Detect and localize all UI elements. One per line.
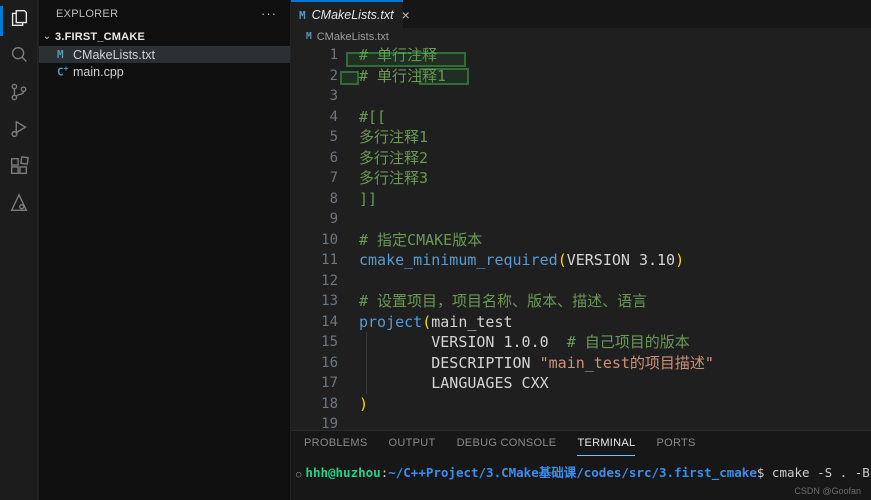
line-number: 12 [291, 271, 338, 292]
line-number: 18 [291, 394, 338, 415]
line-number: 2 [291, 66, 338, 87]
line-number: 8 [291, 189, 338, 210]
terminal-command: cmake -S . -B build [764, 465, 871, 480]
line-number: 7 [291, 168, 338, 189]
tab-label: CMakeLists.txt [312, 8, 394, 22]
line-number: 16 [291, 353, 338, 374]
line-number: 10 [291, 230, 338, 251]
vscode-window: EXPLORER ··· ⌄ 3.FIRST_CMAKE M CMakeList… [0, 0, 871, 500]
line-number: 15 [291, 332, 338, 353]
csdn-watermark: CSDN @Goofan [794, 486, 861, 496]
activity-explorer[interactable] [0, 2, 38, 39]
folder-name: 3.FIRST_CMAKE [55, 31, 145, 43]
panel-tab-bar: PROBLEMS OUTPUT DEBUG CONSOLE TERMINAL P… [291, 431, 871, 456]
line-number: 14 [291, 312, 338, 333]
line-number: 17 [291, 373, 338, 394]
watermark-overlay [346, 52, 466, 67]
editor-group: M CMakeLists.txt × M CMakeLists.txt 1# 单… [290, 0, 871, 500]
tab-problems[interactable]: PROBLEMS [304, 431, 368, 456]
code-line[interactable]: 8]] [291, 189, 871, 210]
tab-output[interactable]: OUTPUT [389, 431, 436, 456]
activity-run-debug[interactable] [0, 113, 38, 150]
line-number: 3 [291, 86, 338, 107]
explorer-title: EXPLORER [56, 8, 118, 20]
cmake-icon [8, 192, 30, 219]
code-line[interactable]: 7多行注释3 [291, 168, 871, 189]
explorer-sidebar: EXPLORER ··· ⌄ 3.FIRST_CMAKE M CMakeList… [39, 0, 290, 500]
code-line[interactable]: 19 [291, 414, 871, 430]
source-control-icon [8, 81, 30, 108]
code-line[interactable]: 12 [291, 271, 871, 292]
run-debug-icon [8, 118, 30, 145]
indent-guide [366, 332, 367, 394]
breadcrumb[interactable]: M CMakeLists.txt [291, 28, 871, 45]
extensions-icon [8, 155, 30, 182]
file-name: main.cpp [73, 65, 124, 79]
activity-source-control[interactable] [0, 76, 38, 113]
breadcrumb-file: CMakeLists.txt [317, 31, 389, 43]
activity-bar [0, 0, 38, 500]
tab-debug-console[interactable]: DEBUG CONSOLE [457, 431, 557, 456]
code-line[interactable]: 4#[[ [291, 107, 871, 128]
activity-cmake-tools[interactable] [0, 187, 38, 224]
cmake-file-icon: M [306, 31, 312, 42]
tab-ports[interactable]: PORTS [656, 431, 695, 456]
terminal-path: ~/C++Project/3.CMake基础课/codes/src/3.firs… [388, 465, 757, 480]
cmake-file-icon: M [299, 9, 306, 22]
tab-cmakelists[interactable]: M CMakeLists.txt × [291, 0, 403, 28]
code-line[interactable]: 5多行注释1 [291, 127, 871, 148]
code-line[interactable]: 11cmake_minimum_required(VERSION 3.10) [291, 250, 871, 271]
terminal-user: hhh@huzhou [305, 465, 380, 480]
code-line[interactable]: 13# 设置项目，项目名称、版本、描述、语言 [291, 291, 871, 312]
line-number: 19 [291, 414, 338, 430]
code-line[interactable]: 3 [291, 86, 871, 107]
code-line[interactable]: 15 VERSION 1.0.0 # 自己项目的版本 [291, 332, 871, 353]
line-number: 6 [291, 148, 338, 169]
code-lines: 1# 单行注释2# 单行注释134#[[5多行注释16多行注释27多行注释38]… [291, 45, 871, 430]
line-number: 11 [291, 250, 338, 271]
files-icon [8, 7, 30, 34]
folder-row-first-cmake[interactable]: ⌄ 3.FIRST_CMAKE [39, 27, 290, 46]
code-line[interactable]: 16 DESCRIPTION "main_test的项目描述" [291, 353, 871, 374]
terminal[interactable]: ○hhh@huzhou:~/C++Project/3.CMake基础课/code… [291, 462, 871, 481]
cmake-file-icon: M [57, 48, 73, 61]
code-editor[interactable]: 1# 单行注释2# 单行注释134#[[5多行注释16多行注释27多行注释38]… [291, 45, 871, 430]
code-line[interactable]: 14project(main_test [291, 312, 871, 333]
line-number: 4 [291, 107, 338, 128]
bottom-panel: PROBLEMS OUTPUT DEBUG CONSOLE TERMINAL P… [291, 430, 871, 500]
code-line[interactable]: 2# 单行注释1 [291, 66, 871, 87]
code-line[interactable]: 10# 指定CMAKE版本 [291, 230, 871, 251]
file-row-cmakelists[interactable]: M CMakeLists.txt [39, 46, 290, 63]
line-number: 1 [291, 45, 338, 66]
tab-terminal[interactable]: TERMINAL [577, 431, 635, 456]
activity-extensions[interactable] [0, 150, 38, 187]
watermark-overlay [340, 71, 359, 85]
terminal-bullet-icon: ○ [296, 470, 301, 480]
line-number: 5 [291, 127, 338, 148]
line-number: 13 [291, 291, 338, 312]
search-icon [8, 44, 30, 71]
more-actions-icon[interactable]: ··· [261, 11, 277, 17]
close-icon[interactable]: × [402, 7, 410, 23]
explorer-header: EXPLORER ··· [39, 0, 290, 27]
tab-bar: M CMakeLists.txt × [291, 0, 871, 28]
file-name: CMakeLists.txt [73, 48, 155, 62]
line-number: 9 [291, 209, 338, 230]
file-row-maincpp[interactable]: C+ main.cpp [39, 63, 290, 80]
watermark-overlay [419, 68, 469, 85]
code-line[interactable]: 18) [291, 394, 871, 415]
cpp-file-icon: C+ [57, 64, 73, 79]
code-line[interactable]: 17 LANGUAGES CXX [291, 373, 871, 394]
chevron-down-icon: ⌄ [39, 31, 55, 42]
activity-search[interactable] [0, 39, 38, 76]
code-line[interactable]: 9 [291, 209, 871, 230]
code-line[interactable]: 6多行注释2 [291, 148, 871, 169]
